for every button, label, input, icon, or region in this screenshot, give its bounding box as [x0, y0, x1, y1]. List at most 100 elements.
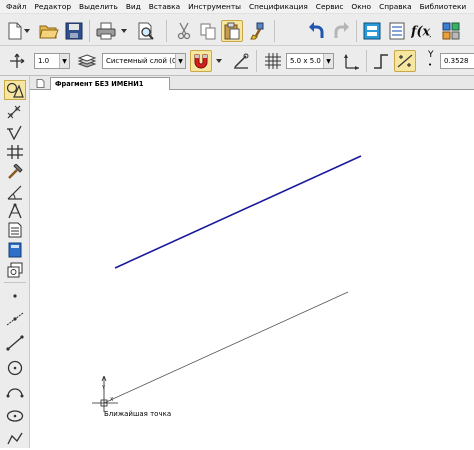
views-icon [7, 262, 23, 278]
format-painter-button[interactable] [247, 20, 269, 42]
cabinet-icon [363, 22, 381, 40]
grid-button[interactable] [262, 50, 284, 72]
cursor-crosshair: Y X [92, 375, 118, 412]
point-tool-button[interactable] [4, 286, 26, 306]
circle-icon [7, 360, 23, 376]
menu-view[interactable]: Вид [122, 0, 145, 14]
dimension-icon [7, 105, 21, 119]
menu-service[interactable]: Сервис [312, 0, 348, 14]
paste-button[interactable] [221, 20, 243, 42]
menu-tools[interactable]: Инструменты [184, 0, 245, 14]
svg-text:Y: Y [101, 385, 106, 391]
grid-step-value: 5.0 x 5.0 [290, 57, 321, 65]
ellipse-tool-button[interactable] [4, 406, 26, 426]
selected-segment[interactable] [114, 155, 362, 269]
undo-icon [309, 22, 324, 38]
insert-panel-button[interactable] [4, 260, 26, 280]
document-tab-bar: Фрагмент БЕЗ ИМЕНИ1 [30, 76, 474, 90]
new-document-dropdown[interactable] [22, 20, 32, 42]
line-width-combo[interactable]: 1.0 ▼ [34, 53, 70, 69]
cursor-position-button[interactable] [340, 50, 362, 72]
auxiliary-line-button[interactable] [4, 309, 26, 329]
hammer-icon [8, 164, 23, 179]
edit-panel-button[interactable] [4, 142, 26, 162]
y-coordinate-field[interactable]: 0.3528 [440, 53, 474, 69]
snap-points-icon [397, 54, 413, 68]
open-button[interactable] [38, 20, 60, 42]
geometry-panel-button[interactable] [4, 80, 26, 100]
tab-fragment-label: Фрагмент БЕЗ ИМЕНИ1 [55, 80, 144, 88]
measure-panel-button[interactable] [4, 182, 26, 202]
snap-magnet-button[interactable] [190, 50, 212, 72]
clipboard-icon [224, 22, 240, 40]
snap-dropdown[interactable] [214, 50, 224, 72]
coordinate-system-icon [10, 53, 25, 68]
print-dropdown[interactable] [119, 20, 129, 42]
hash-grid-icon [7, 145, 23, 159]
geometry-shapes-icon [6, 82, 24, 98]
document-icon [36, 79, 45, 88]
specification-panel-button[interactable] [4, 220, 26, 240]
toolbar-separator [89, 20, 90, 42]
menu-file[interactable]: Файл [0, 0, 30, 14]
round-mode-button[interactable] [394, 50, 416, 72]
properties-button[interactable] [386, 20, 408, 42]
menu-select[interactable]: Выделить [75, 0, 122, 14]
designations-panel-button[interactable] [4, 123, 26, 143]
segment-being-drawn[interactable] [103, 291, 349, 404]
copy-button[interactable] [197, 20, 219, 42]
tab-fragment[interactable]: Фрагмент БЕЗ ИМЕНИ1 [50, 77, 170, 90]
continuous-input-button[interactable] [4, 428, 26, 448]
chevron-down-icon: ▼ [175, 54, 185, 68]
grid-icon [265, 53, 281, 69]
polyline-icon [7, 432, 23, 445]
y-axis-label-icon: Y [428, 50, 434, 60]
library-manager-button[interactable] [440, 20, 462, 42]
blue-sheet-icon [8, 242, 22, 258]
menu-window[interactable]: Окно [347, 0, 375, 14]
grid-step-combo[interactable]: 5.0 x 5.0 ▼ [286, 53, 334, 69]
variables-button[interactable]: f(x) [410, 20, 432, 42]
print-preview-button[interactable] [135, 20, 157, 42]
cut-button[interactable] [173, 20, 195, 42]
axis-arrow-icon [344, 54, 359, 70]
print-button[interactable] [95, 20, 117, 42]
chevron-down-icon [121, 29, 127, 33]
y-coordinate-value: 0.3528 [444, 57, 469, 65]
layer-combo[interactable]: Системный слой (0) ▼ [102, 53, 186, 69]
dimensions-panel-button[interactable] [4, 102, 26, 122]
layer-value: Системный слой (0) [106, 57, 180, 65]
function-fx-icon: f(x) [411, 24, 431, 39]
parametrization-panel-button[interactable] [4, 162, 26, 182]
point-icon [13, 294, 17, 298]
undo-button[interactable] [306, 20, 328, 42]
segment-tool-button[interactable] [4, 333, 26, 353]
drawing-canvas[interactable]: Y X [30, 90, 474, 448]
ellipse-icon [6, 410, 24, 422]
selection-panel-button[interactable] [4, 201, 26, 221]
layers-icon [77, 54, 97, 68]
redo-button[interactable] [330, 20, 352, 42]
save-button[interactable] [63, 20, 85, 42]
aux-line-icon [6, 312, 24, 326]
local-cs-button[interactable] [6, 50, 28, 72]
copy-icon [200, 23, 216, 40]
manager-button[interactable] [361, 20, 383, 42]
folder-open-icon [39, 25, 59, 39]
menu-libraries[interactable]: Библиотеки [416, 0, 471, 14]
circle-tool-button[interactable] [4, 358, 26, 378]
menu-insert[interactable]: Вставка [145, 0, 184, 14]
ortho-mode-button[interactable] [370, 50, 392, 72]
chevron-down-icon: ▼ [59, 54, 69, 68]
layers-button[interactable] [76, 50, 98, 72]
svg-text:X: X [110, 397, 114, 403]
arc-tool-button[interactable] [4, 382, 26, 402]
menu-help[interactable]: Справка [375, 0, 416, 14]
parametric-mode-button[interactable] [230, 50, 252, 72]
toolbar-separator [274, 20, 275, 42]
menu-specification[interactable]: Спецификация [245, 0, 312, 14]
brush-icon [250, 22, 264, 40]
menu-editor[interactable]: Редактор [30, 0, 75, 14]
reports-panel-button[interactable] [4, 240, 26, 260]
chevron-down-icon [216, 59, 222, 63]
